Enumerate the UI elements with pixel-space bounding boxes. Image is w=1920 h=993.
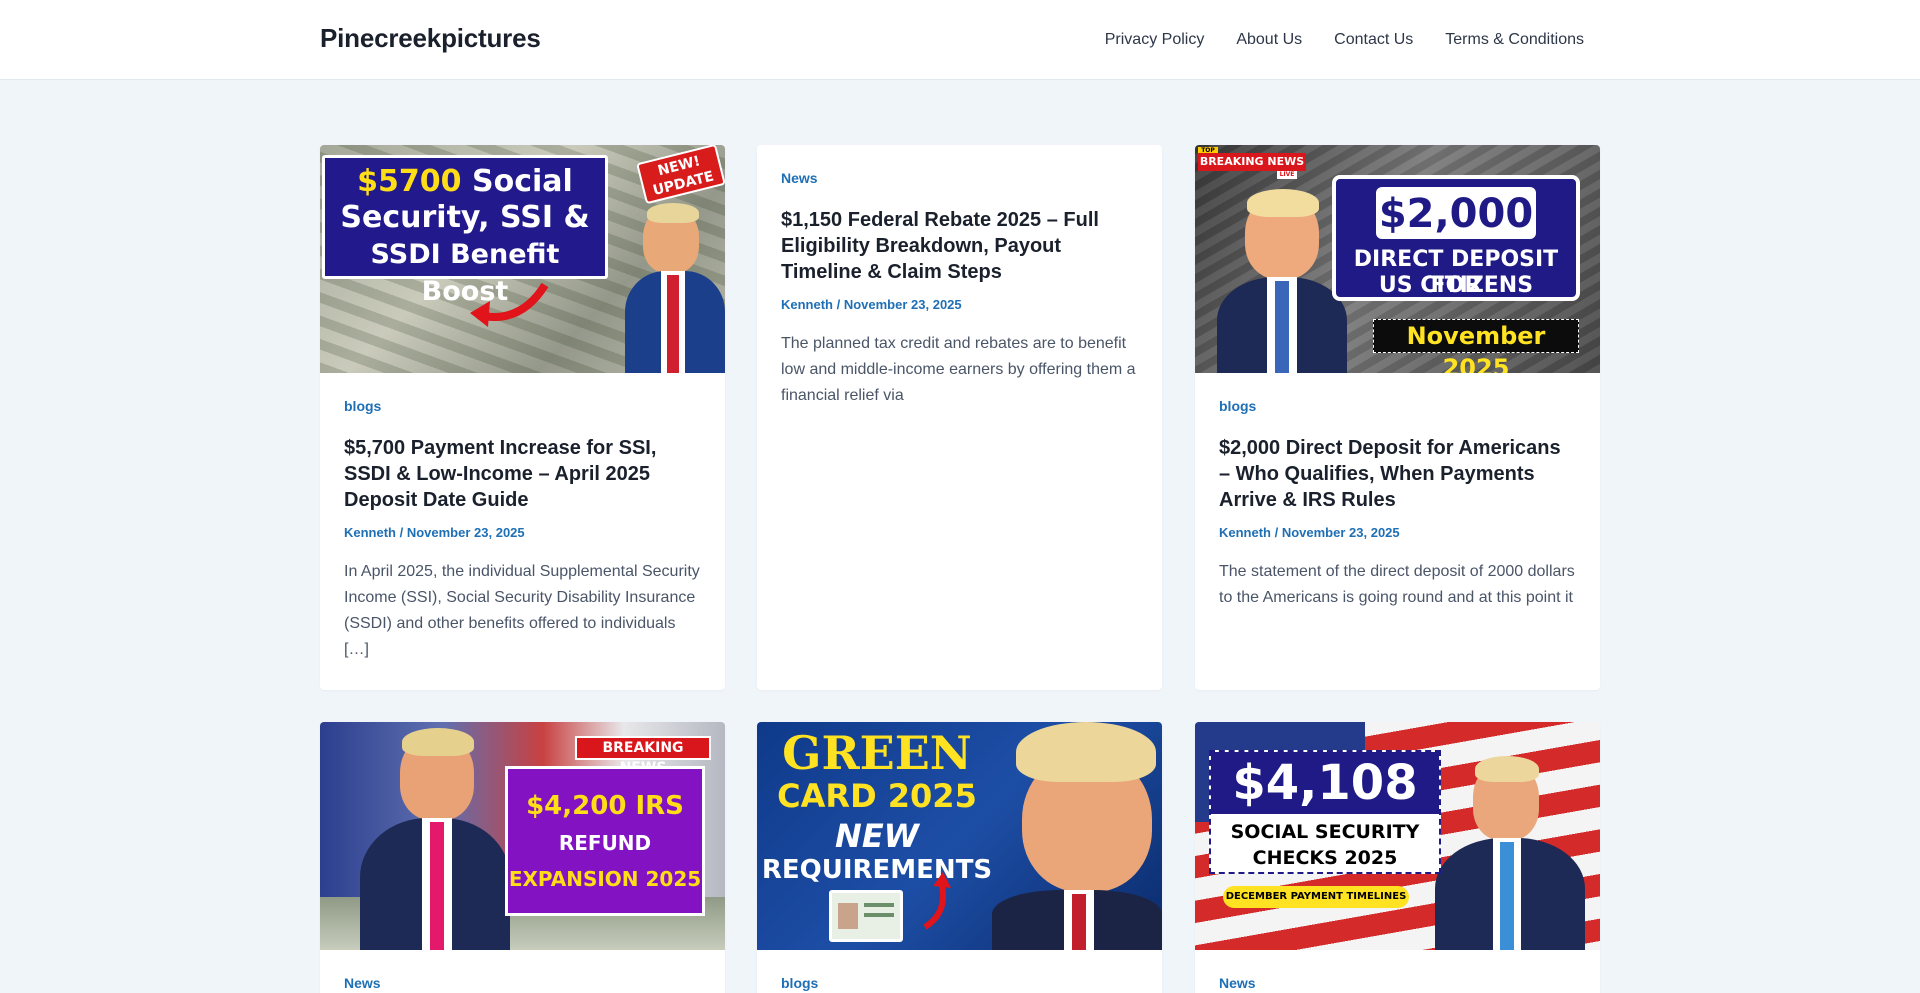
nav-privacy-policy[interactable]: Privacy Policy xyxy=(1105,30,1205,50)
post-thumbnail[interactable]: $4,108 SOCIAL SECURITY CHECKS 2025 DECEM… xyxy=(1195,722,1600,950)
post-category[interactable]: News xyxy=(781,169,1138,187)
badge-breaking-news: BREAKING NEWS xyxy=(575,736,711,776)
post-category[interactable]: blogs xyxy=(344,397,701,415)
post-card: $5700 Social Security, SSI & SSDI Benefi… xyxy=(320,145,725,690)
person-image xyxy=(360,728,510,950)
post-meta[interactable]: Kenneth / November 23, 2025 xyxy=(344,525,701,541)
thumb-line: REFUND xyxy=(558,831,652,855)
person-image xyxy=(992,722,1162,950)
thumb-line: GREEN xyxy=(782,726,972,780)
thumb-line: US CITIZENS xyxy=(1378,273,1534,298)
thumb-amount: $4,108 xyxy=(1211,752,1439,814)
thumb-amount: $2,000 xyxy=(1378,191,1534,237)
site-title-link[interactable]: Pinecreekpictures xyxy=(320,23,541,54)
arrow-icon xyxy=(923,872,951,930)
person-image xyxy=(1217,189,1347,373)
post-title[interactable]: $2,000 Direct Deposit for Americans – Wh… xyxy=(1219,435,1576,513)
post-meta[interactable]: Kenneth / November 23, 2025 xyxy=(781,297,1138,313)
post-card: $4,108 SOCIAL SECURITY CHECKS 2025 DECEM… xyxy=(1195,722,1600,993)
post-card: GREEN CARD 2025 NEW REQUIREMENTS blogs xyxy=(757,722,1162,993)
thumb-line: CHECKS 2025 xyxy=(1252,847,1398,869)
post-title[interactable]: $1,150 Federal Rebate 2025 – Full Eligib… xyxy=(781,207,1138,285)
arrow-icon xyxy=(470,282,549,327)
post-category[interactable]: blogs xyxy=(781,974,1138,992)
post-title[interactable]: $5,700 Payment Increase for SSI, SSDI & … xyxy=(344,435,701,513)
main-nav: Privacy Policy About Us Contact Us Terms… xyxy=(1105,30,1584,50)
post-card: News $1,150 Federal Rebate 2025 – Full E… xyxy=(757,145,1162,690)
post-excerpt: The statement of the direct deposit of 2… xyxy=(1219,563,1575,606)
person-image xyxy=(1435,756,1585,950)
thumb-line: EXPANSION 2025 xyxy=(508,867,702,891)
thumb-line: Social xyxy=(472,164,573,199)
post-thumbnail[interactable]: BREAKING NEWS $4,200 IRS REFUND EXPANSIO… xyxy=(320,722,725,950)
nav-contact-us[interactable]: Contact Us xyxy=(1334,30,1413,50)
post-excerpt: In April 2025, the individual Supplement… xyxy=(344,563,700,658)
thumb-pill: DECEMBER PAYMENT TIMELINES xyxy=(1223,886,1409,908)
post-excerpt: The planned tax credit and rebates are t… xyxy=(781,335,1136,404)
post-card: BREAKING NEWS $4,200 IRS REFUND EXPANSIO… xyxy=(320,722,725,993)
thumb-line: CARD 2025 xyxy=(777,777,977,815)
thumb-date: November 2025 xyxy=(1373,319,1579,373)
thumb-line: REQUIREMENTS xyxy=(761,855,993,885)
post-thumbnail[interactable]: GREEN CARD 2025 NEW REQUIREMENTS xyxy=(757,722,1162,950)
thumb-line: NEW xyxy=(835,817,919,855)
thumb-amount: $5700 xyxy=(357,164,462,199)
badge-live: LIVE xyxy=(1277,171,1297,179)
green-card-image xyxy=(829,890,903,942)
site-header: Pinecreekpictures Privacy Policy About U… xyxy=(0,0,1920,80)
person-image xyxy=(625,203,725,373)
thumb-line: $4,200 IRS xyxy=(526,791,684,821)
post-meta[interactable]: Kenneth / November 23, 2025 xyxy=(1219,525,1576,541)
post-category[interactable]: News xyxy=(1219,974,1576,992)
post-thumbnail[interactable]: $5700 Social Security, SSI & SSDI Benefi… xyxy=(320,145,725,373)
post-thumbnail[interactable]: TOP BREAKING NEWS LIVE $2,000 DIRECT DEP… xyxy=(1195,145,1600,373)
post-category[interactable]: blogs xyxy=(1219,397,1576,415)
badge-breaking-news: BREAKING NEWS xyxy=(1198,153,1306,171)
nav-terms-conditions[interactable]: Terms & Conditions xyxy=(1445,30,1584,50)
post-card: TOP BREAKING NEWS LIVE $2,000 DIRECT DEP… xyxy=(1195,145,1600,690)
thumb-line: SOCIAL SECURITY xyxy=(1230,821,1420,843)
thumb-line: Security, SSI & xyxy=(340,200,590,235)
post-category[interactable]: News xyxy=(344,974,701,992)
nav-about-us[interactable]: About Us xyxy=(1236,30,1302,50)
